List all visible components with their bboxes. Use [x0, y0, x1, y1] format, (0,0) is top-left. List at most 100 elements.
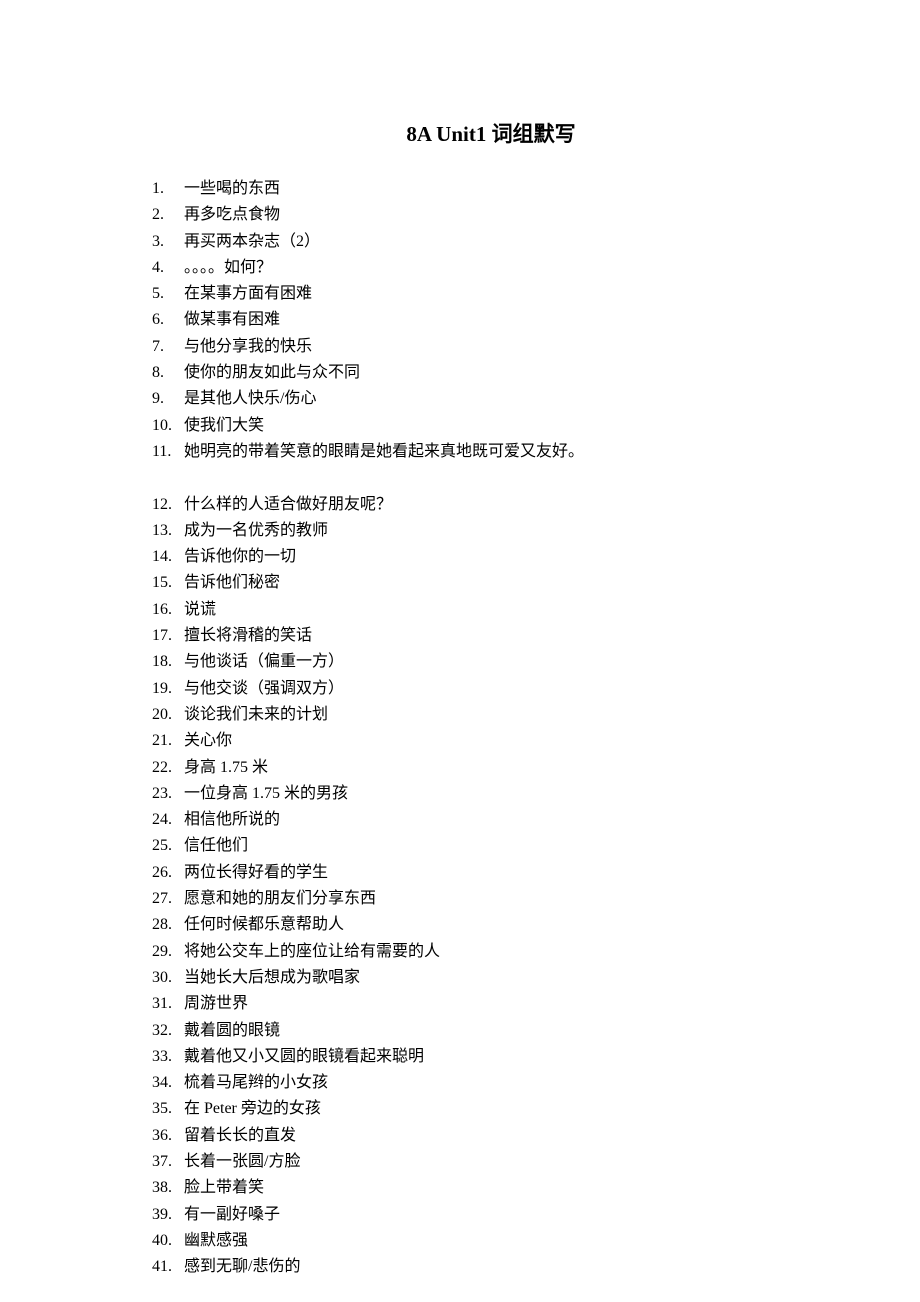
list-item: 25. 信任他们	[152, 833, 830, 859]
list-item: 40. 幽默感强	[152, 1228, 830, 1254]
item-text: 戴着他又小又圆的眼镜看起来聪明	[184, 1048, 424, 1065]
item-text: 再多吃点食物	[184, 206, 280, 223]
item-text: 长着一张圆/方脸	[184, 1153, 300, 1170]
item-number: 24.	[152, 807, 180, 833]
item-number: 34.	[152, 1070, 180, 1096]
item-text: 做某事有困难	[184, 311, 280, 328]
item-text: 幽默感强	[184, 1232, 248, 1249]
item-text: 在某事方面有困难	[184, 285, 312, 302]
item-number: 1.	[152, 176, 180, 202]
item-text: 成为一名优秀的教师	[184, 522, 328, 539]
list-item: 35. 在 Peter 旁边的女孩	[152, 1096, 830, 1122]
item-number: 3.	[152, 229, 180, 255]
item-text: 谈论我们未来的计划	[184, 706, 328, 723]
item-number: 31.	[152, 991, 180, 1017]
item-text: 擅长将滑稽的笑话	[184, 627, 312, 644]
list-item: 18. 与他谈话（偏重一方）	[152, 649, 830, 675]
item-number: 2.	[152, 202, 180, 228]
item-text: 是其他人快乐/伤心	[184, 390, 316, 407]
item-text: 周游世界	[184, 995, 248, 1012]
item-text: 说谎	[184, 601, 216, 618]
list-item: 23. 一位身高 1.75 米的男孩	[152, 781, 830, 807]
item-text: 脸上带着笑	[184, 1179, 264, 1196]
list-item: 8. 使你的朋友如此与众不同	[152, 360, 830, 386]
item-number: 35.	[152, 1096, 180, 1122]
item-text: 。。。。如何？	[184, 259, 272, 276]
item-number: 17.	[152, 623, 180, 649]
item-text: 关心你	[184, 732, 232, 749]
list-item: 4. 。。。。如何？	[152, 255, 830, 281]
item-number: 4.	[152, 255, 180, 281]
item-text: 一些喝的东西	[184, 180, 280, 197]
list-item: 36. 留着长长的直发	[152, 1123, 830, 1149]
item-text: 与他谈话（偏重一方）	[184, 653, 344, 670]
item-number: 5.	[152, 281, 180, 307]
item-number: 29.	[152, 939, 180, 965]
item-text: 与他分享我的快乐	[184, 338, 312, 355]
phrase-list: 1. 一些喝的东西2. 再多吃点食物3. 再买两本杂志（2）4. 。。。。如何？…	[152, 176, 830, 1280]
item-number: 7.	[152, 334, 180, 360]
list-item: 24. 相信他所说的	[152, 807, 830, 833]
list-item: 3. 再买两本杂志（2）	[152, 229, 830, 255]
item-text: 使你的朋友如此与众不同	[184, 364, 360, 381]
item-text: 相信他所说的	[184, 811, 280, 828]
item-number: 8.	[152, 360, 180, 386]
list-item: 13. 成为一名优秀的教师	[152, 518, 830, 544]
list-item: 1. 一些喝的东西	[152, 176, 830, 202]
item-number: 10.	[152, 413, 180, 439]
item-number: 16.	[152, 597, 180, 623]
item-number: 25.	[152, 833, 180, 859]
list-item: 19. 与他交谈（强调双方）	[152, 676, 830, 702]
item-text: 在 Peter 旁边的女孩	[184, 1100, 321, 1117]
item-text: 感到无聊/悲伤的	[184, 1258, 300, 1275]
item-text: 使我们大笑	[184, 417, 264, 434]
list-item: 15. 告诉他们秘密	[152, 570, 830, 596]
list-item: 27. 愿意和她的朋友们分享东西	[152, 886, 830, 912]
item-text: 一位身高 1.75 米的男孩	[184, 785, 348, 802]
item-number: 41.	[152, 1254, 180, 1280]
item-number: 40.	[152, 1228, 180, 1254]
item-number: 18.	[152, 649, 180, 675]
list-item: 41. 感到无聊/悲伤的	[152, 1254, 830, 1280]
list-item: 31. 周游世界	[152, 991, 830, 1017]
list-item: 10. 使我们大笑	[152, 413, 830, 439]
item-number: 12.	[152, 492, 180, 518]
item-text: 有一副好嗓子	[184, 1206, 280, 1223]
list-item: 38. 脸上带着笑	[152, 1175, 830, 1201]
item-number: 6.	[152, 307, 180, 333]
list-item: 32. 戴着圆的眼镜	[152, 1018, 830, 1044]
item-text: 戴着圆的眼镜	[184, 1022, 280, 1039]
list-item: 34. 梳着马尾辫的小女孩	[152, 1070, 830, 1096]
list-item: 26. 两位长得好看的学生	[152, 860, 830, 886]
item-text: 当她长大后想成为歌唱家	[184, 969, 360, 986]
item-text: 将她公交车上的座位让给有需要的人	[184, 943, 440, 960]
item-text: 与他交谈（强调双方）	[184, 680, 344, 697]
list-item: 39. 有一副好嗓子	[152, 1202, 830, 1228]
item-number: 14.	[152, 544, 180, 570]
item-number: 19.	[152, 676, 180, 702]
item-number: 11.	[152, 439, 180, 465]
list-item: 6. 做某事有困难	[152, 307, 830, 333]
item-number: 13.	[152, 518, 180, 544]
list-item: 12. 什么样的人适合做好朋友呢？	[152, 492, 830, 518]
item-text: 告诉他们秘密	[184, 574, 280, 591]
blank-line	[152, 465, 830, 491]
item-number: 36.	[152, 1123, 180, 1149]
item-number: 21.	[152, 728, 180, 754]
item-text: 任何时候都乐意帮助人	[184, 916, 344, 933]
item-text: 什么样的人适合做好朋友呢？	[184, 496, 392, 513]
item-number: 15.	[152, 570, 180, 596]
item-number: 23.	[152, 781, 180, 807]
list-item: 7. 与他分享我的快乐	[152, 334, 830, 360]
list-item: 2. 再多吃点食物	[152, 202, 830, 228]
list-item: 33. 戴着他又小又圆的眼镜看起来聪明	[152, 1044, 830, 1070]
list-item: 9. 是其他人快乐/伤心	[152, 386, 830, 412]
item-number: 30.	[152, 965, 180, 991]
list-item: 11. 她明亮的带着笑意的眼睛是她看起来真地既可爱又友好。	[152, 439, 830, 465]
item-text: 两位长得好看的学生	[184, 864, 328, 881]
item-number: 38.	[152, 1175, 180, 1201]
list-item: 17. 擅长将滑稽的笑话	[152, 623, 830, 649]
item-text: 告诉他你的一切	[184, 548, 296, 565]
item-number: 9.	[152, 386, 180, 412]
item-number: 39.	[152, 1202, 180, 1228]
